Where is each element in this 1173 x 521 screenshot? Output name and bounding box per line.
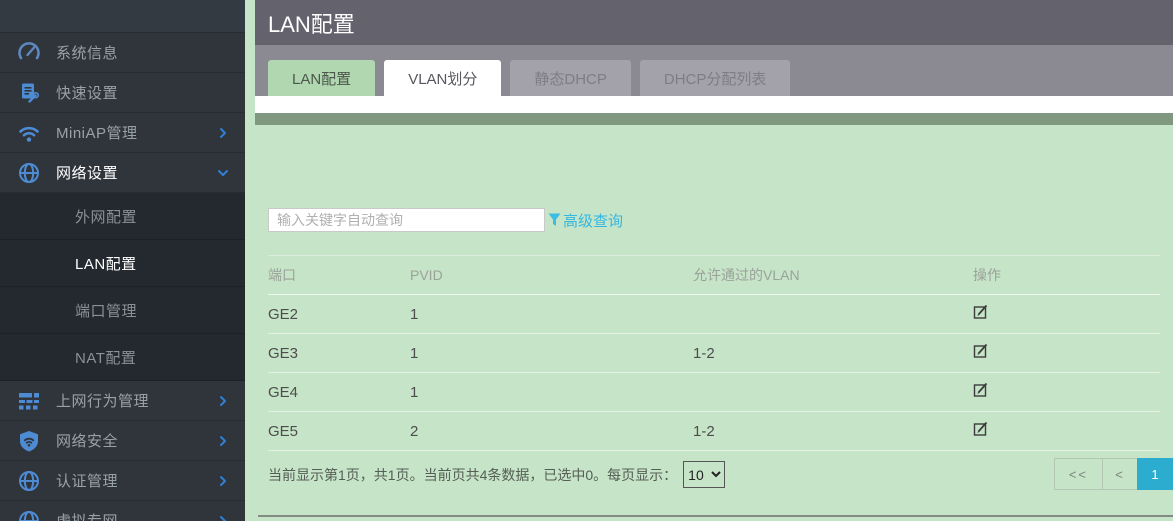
- advanced-query-link[interactable]: 高级查询: [548, 210, 623, 231]
- shield-wifi-icon: [16, 429, 42, 453]
- cell-port: GE3: [268, 333, 410, 373]
- edit-icon[interactable]: [973, 421, 989, 437]
- pager-buttons: << < 1: [1053, 458, 1173, 490]
- column-header-vlan: 允许通过的VLAN: [693, 255, 973, 295]
- table-row: GE2 1: [268, 294, 1160, 334]
- page-1-button[interactable]: 1: [1137, 458, 1173, 490]
- cell-port: GE4: [268, 372, 410, 412]
- tab-static-dhcp[interactable]: 静态DHCP: [510, 60, 631, 96]
- advanced-query-label: 高级查询: [563, 212, 624, 230]
- pagination-summary: 当前显示第1页，共1页。当前页共4条数据，已选中0。每页显示：: [268, 466, 678, 483]
- search-input[interactable]: [268, 208, 545, 232]
- page-size-select[interactable]: 10: [683, 461, 726, 488]
- vlan-table: 端口 PVID 允许通过的VLAN 操作 GE2 1 GE3 1 1-2 GE4…: [268, 255, 1160, 451]
- sidebar-item-network-security[interactable]: 网络安全: [0, 421, 245, 461]
- sidebar-item-behavior-management[interactable]: 上网行为管理: [0, 381, 245, 421]
- sidebar-item-vpn[interactable]: 虚拟专网: [0, 501, 245, 521]
- tab-vlan-division[interactable]: VLAN划分: [384, 60, 502, 96]
- sidebar-subitem-port-management[interactable]: 端口管理: [0, 287, 245, 334]
- sidebar-item-quick-setup[interactable]: 快速设置: [0, 73, 245, 113]
- sidebar-item-label: MiniAP管理: [56, 125, 138, 142]
- chevron-right-icon: [220, 475, 226, 486]
- globe-icon: [16, 469, 42, 493]
- sidebar-subitem-nat-config[interactable]: NAT配置: [0, 334, 245, 381]
- cell-pvid: 1: [410, 333, 693, 373]
- quick-setup-icon: [16, 81, 42, 105]
- sidebar-item-auth-management[interactable]: 认证管理: [0, 461, 245, 501]
- table-row: GE5 2 1-2: [268, 411, 1160, 451]
- sidebar-subitem-lan-config[interactable]: LAN配置: [0, 240, 245, 287]
- sidebar-item-miniap[interactable]: MiniAP管理: [0, 113, 245, 153]
- edit-icon[interactable]: [973, 304, 989, 320]
- sidebar-logo-area: [0, 0, 245, 33]
- sidebar-item-label: 网络安全: [56, 433, 119, 450]
- wifi-icon: [16, 121, 42, 145]
- subitem-label: NAT配置: [75, 349, 137, 367]
- subitem-label: 端口管理: [75, 302, 138, 320]
- behavior-icon: [16, 389, 42, 413]
- page-title: LAN配置: [268, 11, 355, 37]
- table-row: GE4 1: [268, 372, 1160, 412]
- page-header: LAN配置: [255, 0, 1173, 45]
- sidebar-item-label: 虚拟专网: [56, 510, 215, 521]
- white-strip: [255, 96, 1173, 113]
- cell-vlan: 1-2: [693, 333, 973, 373]
- sidebar: 系统信息 快速设置 MiniAP管理 网络设置 外网配置 LAN配置 端口管理: [0, 0, 245, 521]
- edit-icon[interactable]: [973, 382, 989, 398]
- cell-port: GE5: [268, 411, 410, 451]
- edit-icon[interactable]: [973, 343, 989, 359]
- tab-dhcp-list[interactable]: DHCP分配列表: [639, 60, 791, 96]
- cell-vlan: [693, 372, 973, 412]
- sidebar-item-label: 上网行为管理: [56, 393, 150, 410]
- subitem-label: LAN配置: [75, 255, 137, 273]
- table-row: GE3 1 1-2: [268, 333, 1160, 373]
- column-header-pvid: PVID: [410, 255, 693, 295]
- network-settings-submenu: 外网配置 LAN配置 端口管理 NAT配置: [0, 193, 245, 381]
- bottom-divider: [258, 515, 1173, 517]
- prev-page-button[interactable]: <: [1102, 458, 1138, 490]
- tab-lan-config[interactable]: LAN配置: [268, 60, 376, 96]
- cell-pvid: 2: [410, 411, 693, 451]
- column-header-port: 端口: [268, 255, 410, 295]
- chevron-down-icon: [218, 169, 228, 176]
- vlan-content: 高级查询 端口 PVID 允许通过的VLAN 操作 GE2 1: [255, 125, 1173, 521]
- globe-icon: [16, 161, 42, 185]
- cell-vlan: [693, 294, 973, 334]
- tab-bar: LAN配置 VLAN划分 静态DHCP DHCP分配列表: [255, 45, 1173, 96]
- cell-pvid: 1: [410, 372, 693, 412]
- funnel-icon: [548, 213, 561, 226]
- chevron-right-icon: [220, 127, 226, 138]
- column-header-action: 操作: [973, 255, 1160, 295]
- cell-port: GE2: [268, 294, 410, 334]
- sidebar-item-label: 认证管理: [56, 473, 119, 490]
- chevron-right-icon: [220, 435, 226, 446]
- sidebar-item-system-info[interactable]: 系统信息: [0, 33, 245, 73]
- sidebar-item-label: 快速设置: [56, 85, 119, 102]
- search-row: 高级查询: [268, 208, 623, 232]
- cell-vlan: 1-2: [693, 411, 973, 451]
- sidebar-item-label: 系统信息: [56, 45, 119, 62]
- chevron-right-icon: [220, 515, 226, 521]
- main-panel: LAN配置 LAN配置 VLAN划分 静态DHCP DHCP分配列表 高级查询 …: [255, 0, 1173, 521]
- first-page-button[interactable]: <<: [1053, 458, 1103, 490]
- pagination-row: 当前显示第1页，共1页。当前页共4条数据，已选中0。每页显示： 10 << < …: [268, 458, 1173, 491]
- sidebar-subitem-wan-config[interactable]: 外网配置: [0, 193, 245, 240]
- globe-icon: [16, 509, 42, 521]
- subitem-label: 外网配置: [75, 208, 138, 226]
- chevron-right-icon: [220, 395, 226, 406]
- olive-strip: [255, 113, 1173, 125]
- table-header-row: 端口 PVID 允许通过的VLAN 操作: [268, 255, 1160, 295]
- gauge-icon: [16, 41, 42, 65]
- sidebar-item-label: 网络设置: [56, 165, 119, 182]
- sidebar-item-network-settings[interactable]: 网络设置: [0, 153, 245, 193]
- cell-pvid: 1: [410, 294, 693, 334]
